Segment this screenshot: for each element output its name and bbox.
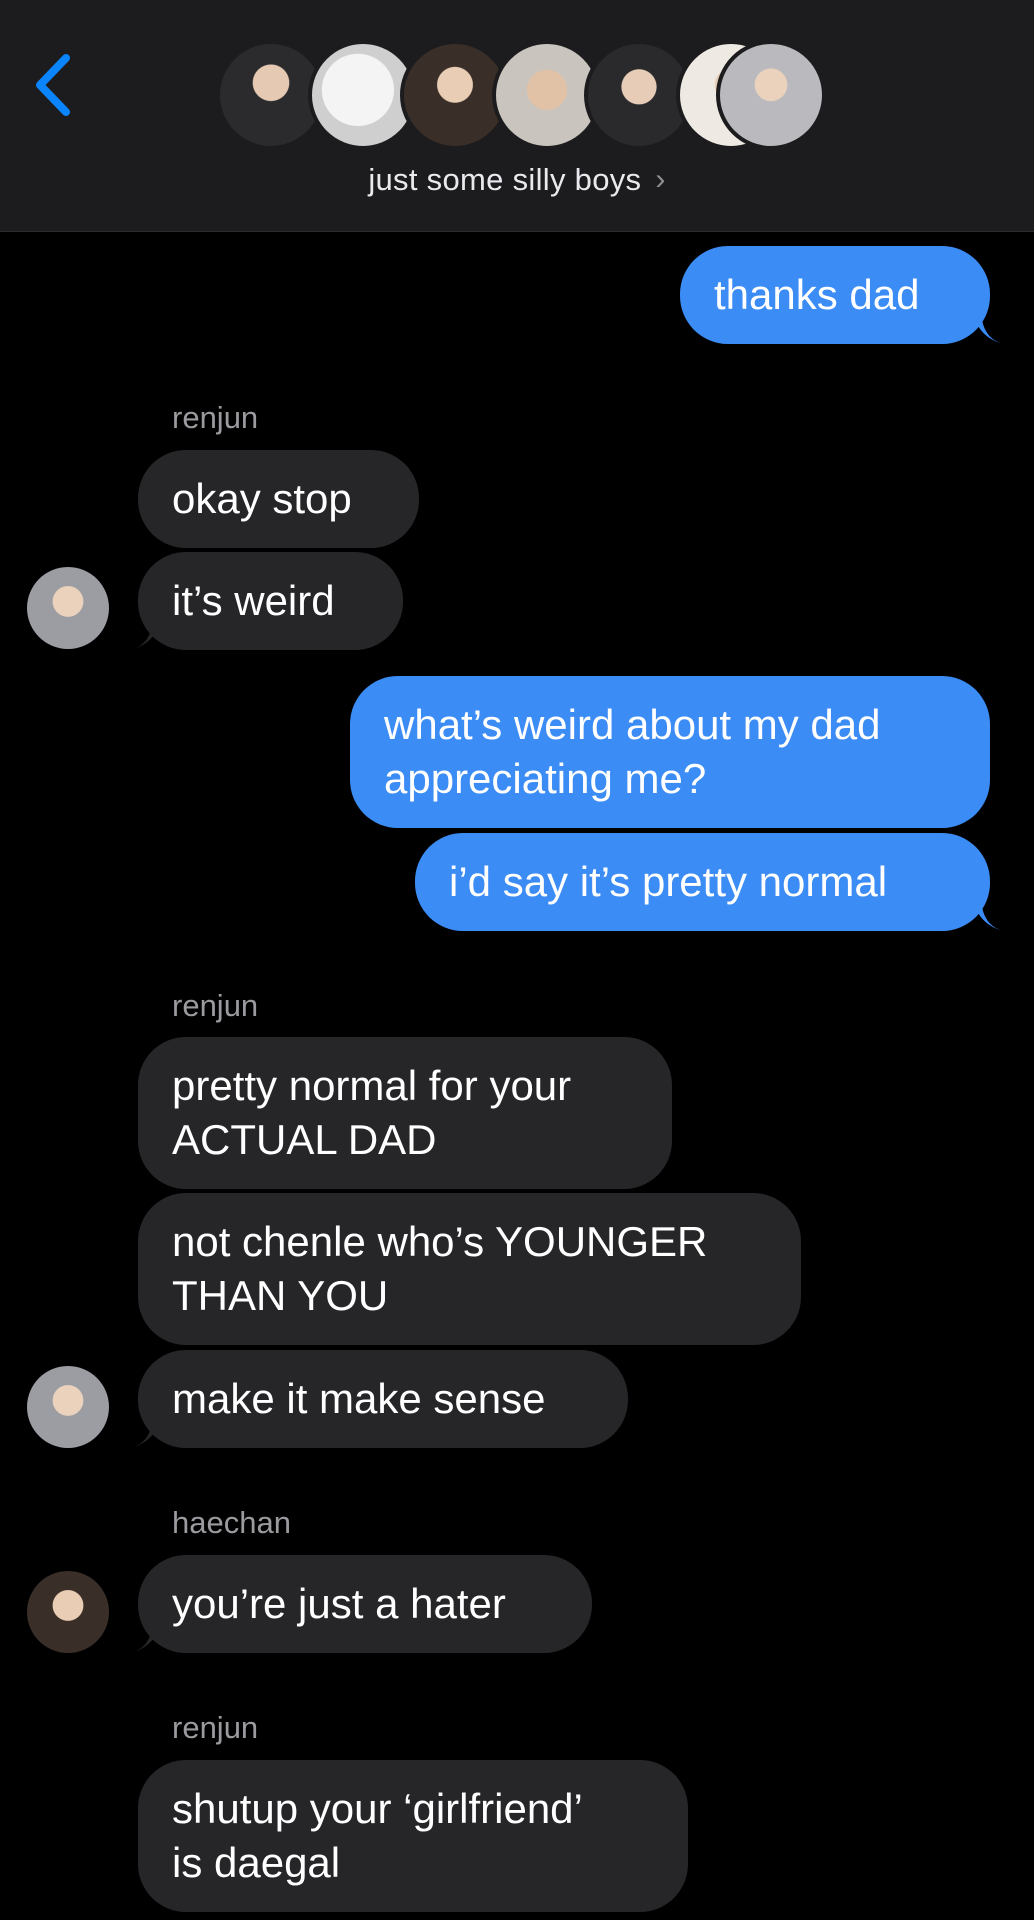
incoming-message[interactable]: it’s weird (138, 552, 403, 650)
incoming-message[interactable]: pretty normal for your ACTUAL DAD (138, 1037, 672, 1189)
sender-name: renjun (172, 400, 259, 435)
bubble-tail (130, 1414, 162, 1448)
incoming-message[interactable]: you’re just a hater (138, 1555, 592, 1653)
message-list[interactable]: thanks dad renjun okay stop it’s weird w… (0, 0, 1034, 1920)
bubble-tail (130, 616, 162, 650)
outgoing-message[interactable]: i’d say it’s pretty normal (415, 833, 990, 931)
sender-name: renjun (172, 1710, 259, 1745)
sender-name: haechan (172, 1505, 291, 1540)
sender-avatar[interactable] (27, 567, 109, 649)
bubble-tail (972, 310, 1004, 344)
incoming-message[interactable]: make it make sense (138, 1350, 628, 1448)
outgoing-message[interactable]: thanks dad (680, 246, 990, 344)
incoming-message[interactable]: shutup your ‘girlfriend’ is daegal (138, 1760, 688, 1912)
sender-avatar[interactable] (27, 1571, 109, 1653)
bubble-tail (972, 897, 1004, 931)
incoming-message[interactable]: not chenle who’s YOUNGER THAN YOU (138, 1193, 801, 1345)
outgoing-message[interactable]: what’s weird about my dad appreciating m… (350, 676, 990, 828)
sender-avatar[interactable] (27, 1366, 109, 1448)
sender-name: renjun (172, 988, 259, 1023)
bubble-tail (130, 1619, 162, 1653)
incoming-message[interactable]: okay stop (138, 450, 419, 548)
